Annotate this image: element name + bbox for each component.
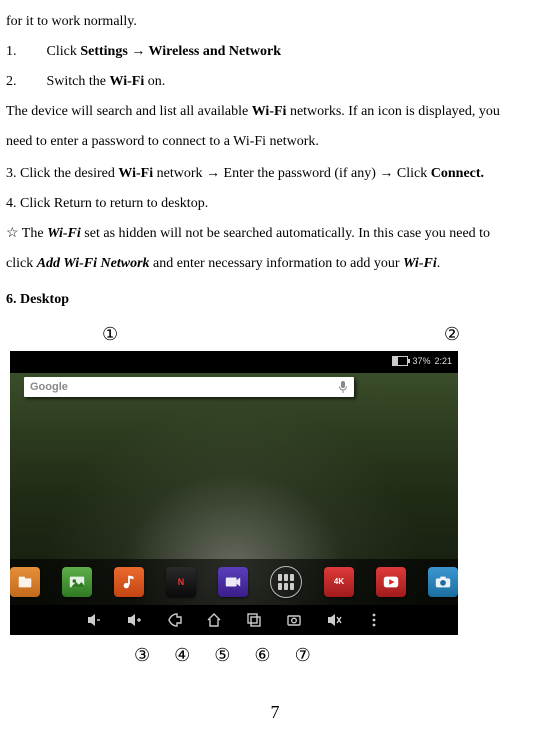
nav-vol-mute-icon[interactable] — [325, 611, 343, 629]
drawer-grid-icon — [278, 574, 294, 590]
section-6-header: 6. Desktop — [6, 286, 544, 314]
search-bar[interactable]: Google — [24, 377, 354, 397]
step2-lead: Switch the — [47, 74, 110, 89]
step1-lead: Click — [47, 44, 81, 59]
google-logo: Google — [30, 376, 68, 398]
mic-icon[interactable] — [338, 380, 348, 394]
search-para-line2: need to enter a password to connect to a… — [6, 128, 544, 156]
note-line2: click Add Wi-Fi Network and enter necess… — [6, 250, 544, 278]
nav-recent-icon[interactable] — [245, 611, 263, 629]
nav-bar — [10, 605, 458, 635]
connect-bold: Connect. — [431, 166, 484, 181]
callout-3: ③ — [134, 641, 150, 670]
arrow-icon: → — [206, 164, 220, 180]
app-youtube[interactable] — [376, 567, 406, 597]
txt: Click — [393, 166, 430, 181]
txt: 3. Click the desired — [6, 166, 118, 181]
step-2: 2. Switch the Wi-Fi on. — [6, 68, 544, 96]
wifi-bi: Wi-Fi — [47, 226, 81, 241]
nav-home-icon[interactable] — [205, 611, 223, 629]
step1-bold: Settings → Wireless and Network — [80, 44, 281, 59]
callout-2: ② — [444, 320, 460, 349]
txt: networks. If an icon is displayed, you — [286, 104, 499, 119]
txt: and enter necessary information to add y… — [150, 256, 403, 271]
txt: . — [437, 256, 441, 271]
txt: network — [153, 166, 206, 181]
app-video[interactable] — [218, 567, 248, 597]
step2-tail: on. — [144, 74, 165, 89]
txt: The device will search and list all avai… — [6, 104, 252, 119]
status-bar: 37% 2:21 — [10, 351, 458, 371]
app-music[interactable] — [114, 567, 144, 597]
status-time: 2:21 — [434, 352, 452, 370]
wifi-bi: Wi-Fi — [403, 256, 437, 271]
app-drawer[interactable] — [270, 566, 302, 598]
nav-menu-icon[interactable] — [365, 611, 383, 629]
txt: Enter the password (if any) — [220, 166, 379, 181]
callout-6: ⑥ — [254, 641, 270, 670]
app-4k[interactable]: 4K — [324, 567, 354, 597]
battery-pct: 37% — [412, 352, 430, 370]
txt: set as hidden will not be searched autom… — [81, 226, 490, 241]
step-4: 4. Click Return to return to desktop. — [6, 190, 544, 218]
callout-7: ⑦ — [295, 641, 311, 670]
add-wifi-bi: Add Wi-Fi Network — [37, 256, 150, 271]
battery-icon — [392, 356, 408, 366]
nav-screenshot-icon[interactable] — [285, 611, 303, 629]
intro-line: for it to work normally. — [6, 8, 544, 36]
step-num: 1. — [6, 44, 17, 59]
nav-back-icon[interactable] — [165, 611, 183, 629]
star-icon: ☆ — [6, 226, 19, 241]
callout-1: ① — [102, 320, 118, 349]
note-line1: ☆ The Wi-Fi set as hidden will not be se… — [6, 220, 544, 248]
nav-vol-down-icon[interactable] — [85, 611, 103, 629]
app-netflix[interactable]: N — [166, 567, 196, 597]
txt: click — [6, 256, 37, 271]
app-gallery[interactable] — [62, 567, 92, 597]
step-num: 2. — [6, 74, 17, 89]
app-dock: N 4K — [10, 559, 458, 605]
callout-4: ④ — [174, 641, 190, 670]
wifi-bold: Wi-Fi — [252, 104, 287, 119]
callout-5: ⑤ — [214, 641, 230, 670]
app-camera[interactable] — [428, 567, 458, 597]
wifi-bold: Wi-Fi — [118, 166, 153, 181]
app-file-manager[interactable] — [10, 567, 40, 597]
top-callouts: ① ② — [6, 320, 544, 349]
arrow-icon: → — [379, 164, 393, 180]
desktop-screenshot: 37% 2:21 Google N 4K — [10, 351, 458, 635]
txt: The — [19, 226, 48, 241]
bottom-callouts: ③ ④ ⑤ ⑥ ⑦ — [134, 641, 544, 670]
nav-vol-up-icon[interactable] — [125, 611, 143, 629]
step2-bold: Wi-Fi — [110, 74, 145, 89]
step-1: 1. Click Settings → Wireless and Network — [6, 38, 544, 66]
page-number: 7 — [6, 694, 544, 730]
step-3: 3. Click the desired Wi-Fi network → Ent… — [6, 158, 544, 188]
search-para-line1: The device will search and list all avai… — [6, 98, 544, 126]
